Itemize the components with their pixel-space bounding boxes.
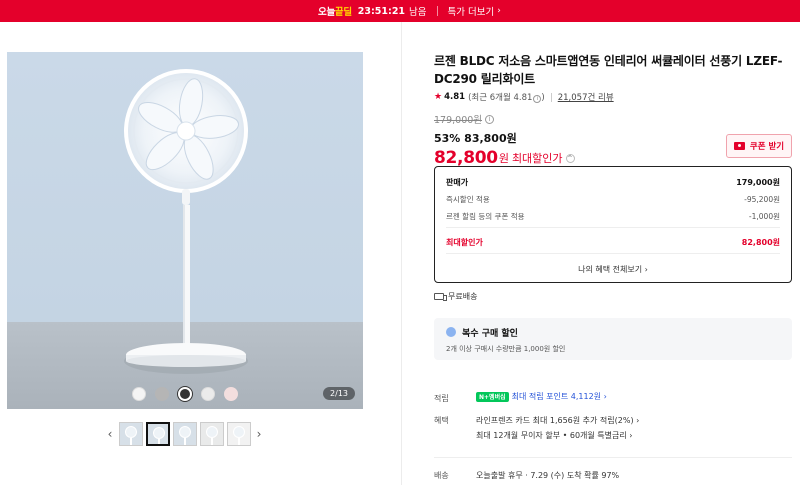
original-price-row: 179,000원 i [434,112,792,126]
delivery-value: 오늘출발 휴무 · 7.29 (수) 도착 확률 97% [476,471,620,480]
all-benefits-link[interactable]: 나의 혜택 전체보기 › [435,264,791,275]
thumbnail-prev-button[interactable]: ‹ [103,422,117,446]
original-price: 179,000원 [434,115,483,126]
panel-divider [401,22,402,485]
rating-divider [550,92,552,102]
color-swatches [132,387,238,401]
points-label: 적립 [434,394,449,403]
max-points-link[interactable]: 최대 적립 포인트 4,112원 › [512,392,607,401]
product-title: 르젠 BLDC 저소음 스마트앱연동 인테리어 써큘레이터 선풍기 LZEF-D… [434,54,783,86]
multi-buy-title: 복수 구매 할인 [462,329,518,339]
more-deals-link[interactable]: 특가 더보기 › [448,4,501,18]
info-icon[interactable]: i [485,114,495,124]
final-price-currency: 원 [498,152,509,165]
star-icon: ★ [434,92,443,102]
price-breakdown: 판매가 179,000원 즉시할인 적용 -95,200원 르젠 할림 등의 쿠폰 … [434,166,792,283]
swatch-black[interactable] [178,387,192,401]
swatch-pink[interactable] [224,387,238,401]
chevron-right-icon: › [644,265,648,274]
swatch-light-gray[interactable] [201,387,215,401]
thumbnail-strip: ‹ › [103,422,266,446]
deal-title: 오늘끝딜 [318,7,352,18]
chevron-right-icon: › [256,427,262,441]
price-row-coupon: 르젠 할림 등의 쿠폰 적용 -1,000원 [446,212,780,221]
review-count-link[interactable]: 21,057건 리뷰 [558,91,614,103]
price-row-instant-discount: 즉시할인 적용 -95,200원 [446,195,780,204]
rating-recent: (최근 6개월 4.81 i) [468,93,545,103]
thumbnail-3[interactable] [172,422,197,446]
multi-buy-desc: 2개 이상 구매시 수량만큼 1,000원 할인 [446,345,566,353]
banner-divider [436,6,438,16]
thumbnail-5[interactable] [226,422,251,446]
multi-buy-discount: 복수 구매 할인 2개 이상 구매시 수량만큼 1,000원 할인 [434,318,792,360]
section-divider [434,457,792,458]
price-divider [446,253,780,254]
shipping-label: 무료배송 [448,292,478,301]
final-price-label: 최대할인가 [511,152,563,165]
chevron-right-icon: › [497,6,501,16]
discount-icon [446,327,456,337]
fan-illustration [124,69,248,374]
benefit-label: 혜택 [434,416,449,425]
deal-banner: 오늘끝딜 23:51:21 남음 특가 더보기 › [0,0,800,22]
swatch-white[interactable] [132,387,146,401]
thumbnail-2[interactable] [145,422,170,446]
price-divider [446,227,780,228]
price-row-max-discount: 최대할인가 82,800원 [446,238,780,247]
membership-badge: N+멤버십 [476,391,509,402]
truck-icon [434,293,447,301]
price-row-sale: 판매가 179,000원 [446,178,780,187]
benefit-installment-link[interactable]: 최대 12개월 무이자 할부 • 60개월 특별금리 › [476,430,633,441]
swatch-gray[interactable] [155,387,169,401]
benefit-card-link[interactable]: 라인프렌즈 카드 최대 1,656원 추가 적립(2%) › [476,415,639,426]
chevron-up-icon[interactable]: ^ [565,153,575,163]
thumbnail-next-button[interactable]: › [252,422,266,446]
deal-timer: 23:51:21 [357,5,406,17]
chevron-left-icon: ‹ [107,427,113,441]
image-page-indicator: 2/13 [323,387,355,400]
product-main-image[interactable]: 2/13 [7,52,363,409]
thumbnail-4[interactable] [199,422,224,446]
rating-row: ★ 4.81 (최근 6개월 4.81 i) 21,057건 리뷰 [434,91,792,103]
delivery-label: 배송 [434,471,449,480]
coupon-icon [733,142,745,150]
deal-remaining-label: 남음 [409,7,427,18]
final-price: 82,800 [434,148,498,168]
coupon-button[interactable]: 쿠폰 받기 [726,134,792,158]
rating-score: 4.81 [444,92,466,102]
thumbnail-1[interactable] [118,422,143,446]
points-value: N+멤버십 최대 적립 포인트 4,112원 › [476,391,607,402]
shipping-row: 무료배송 [434,291,477,302]
